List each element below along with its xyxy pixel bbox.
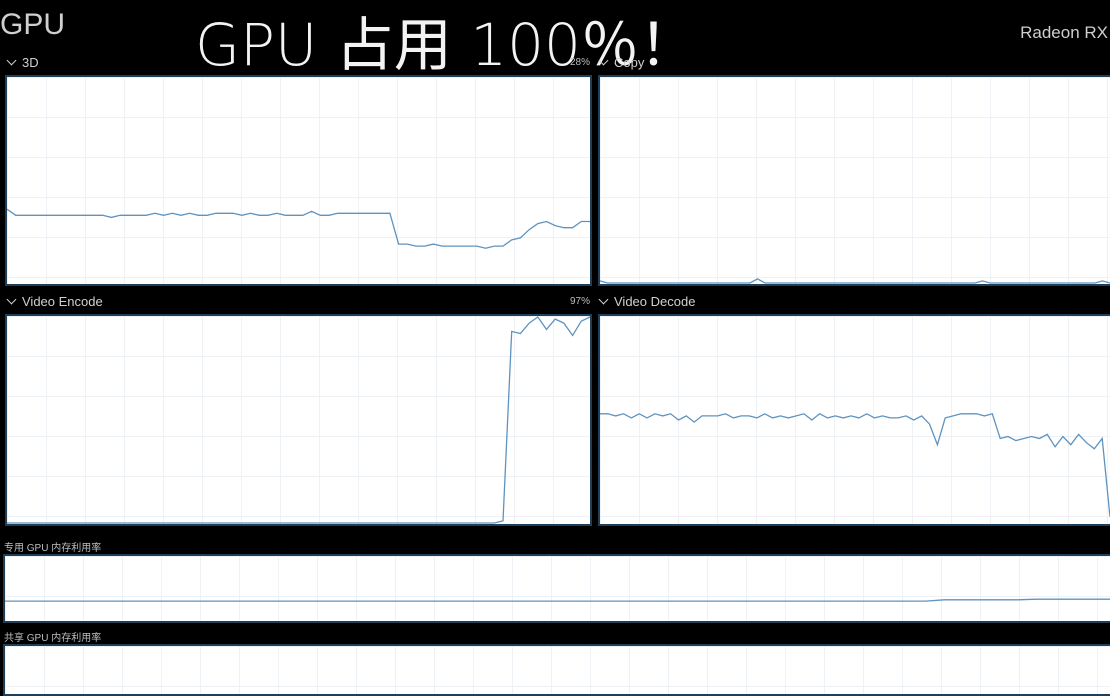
engine-selector-3d[interactable]: 3D	[6, 55, 39, 70]
dedicated-memory-label: 专用 GPU 内存利用率	[4, 543, 102, 554]
graph-svg	[5, 646, 1110, 694]
chevron-down-icon	[598, 294, 609, 305]
chevron-down-icon	[6, 55, 17, 66]
engine-percent: 97%	[570, 296, 591, 307]
engine-selector-copy[interactable]: Copy	[598, 55, 644, 70]
graph-video-decode	[598, 314, 1110, 526]
shared-memory-label: 共享 GPU 内存利用率	[4, 633, 102, 644]
usage-line	[600, 278, 1110, 284]
chevron-down-icon	[598, 55, 609, 66]
usage-line	[600, 413, 1110, 517]
usage-line	[7, 208, 590, 249]
graph-svg	[5, 598, 1110, 602]
graph-video-encode	[5, 314, 592, 526]
page-title: GPU	[0, 8, 66, 41]
graph-svg	[7, 208, 590, 249]
graph-copy	[598, 75, 1110, 286]
engine-label: Copy	[614, 55, 645, 70]
usage-line	[5, 598, 1110, 602]
graph-svg	[600, 413, 1110, 517]
graph-svg	[600, 278, 1110, 284]
graph-svg	[7, 316, 590, 524]
engine-label: Video Encode	[22, 294, 103, 309]
graph-dedicated-memory	[3, 554, 1110, 623]
engine-selector-video-decode[interactable]: Video Decode	[598, 294, 695, 309]
engine-percent: 28%	[570, 57, 591, 68]
engine-selector-video-encode[interactable]: Video Encode	[6, 294, 103, 309]
engine-label: 3D	[22, 55, 39, 70]
graph-3d	[5, 75, 592, 286]
adapter-name: Radeon RX	[1020, 23, 1108, 42]
graph-shared-memory	[3, 644, 1110, 696]
engine-label: Video Decode	[614, 294, 696, 309]
usage-line	[7, 316, 590, 524]
chevron-down-icon	[6, 294, 17, 305]
